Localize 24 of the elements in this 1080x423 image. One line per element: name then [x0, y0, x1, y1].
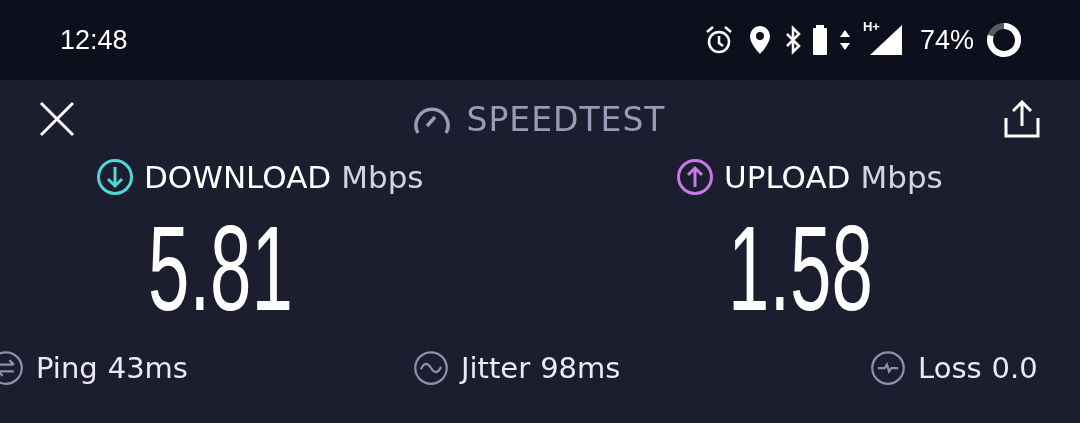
- ping-label: Ping: [36, 351, 98, 385]
- battery-ring-icon: [986, 22, 1022, 58]
- download-label: DOWNLOAD: [144, 159, 332, 195]
- network-type: H+: [862, 19, 880, 34]
- jitter-label: Jitter: [461, 351, 531, 385]
- upload-label: UPLOAD: [724, 159, 851, 195]
- bluetooth-icon: [784, 25, 801, 55]
- app-title: SPEEDTEST: [466, 99, 666, 139]
- close-icon[interactable]: [38, 100, 76, 138]
- unit-label: Mbps: [860, 159, 943, 195]
- data-arrows-icon: [838, 29, 851, 51]
- clock-time: 12:48: [60, 24, 128, 56]
- battery-icon: [812, 25, 827, 55]
- jitter-icon: [413, 350, 449, 386]
- unit-label: Mbps: [341, 159, 424, 195]
- ping-value: 43ms: [107, 351, 188, 385]
- download-speed-value: 5.81: [148, 208, 293, 328]
- jitter-value: 98ms: [540, 351, 621, 385]
- loss-label: Loss: [918, 351, 982, 385]
- battery-percent: 74%: [919, 24, 974, 56]
- loss-icon: [870, 350, 906, 386]
- upload-speed-value: 1.58: [728, 208, 873, 328]
- share-icon[interactable]: [1002, 100, 1042, 138]
- loss-value: 0.0: [991, 351, 1038, 385]
